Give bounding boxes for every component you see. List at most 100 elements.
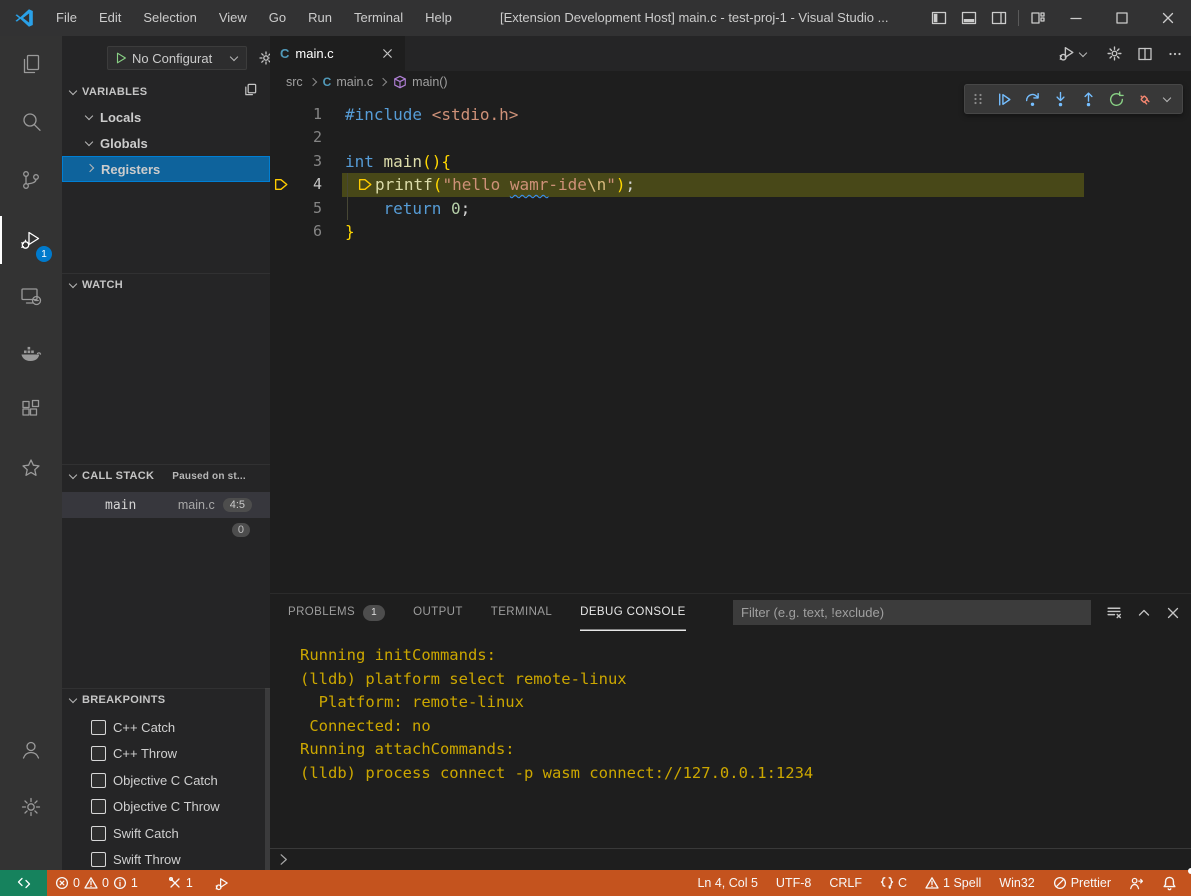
language-mode-status[interactable]: C [871, 870, 916, 896]
breakpoint-row[interactable]: C++ Throw [62, 741, 270, 767]
split-editor-icon[interactable] [1137, 46, 1153, 62]
breadcrumb-file[interactable]: main.c [336, 75, 373, 89]
paused-status-text: Paused on st... [172, 471, 246, 482]
disconnect-icon[interactable] [1136, 91, 1153, 108]
menu-file[interactable]: File [45, 0, 88, 36]
problems-status[interactable]: 0 0 1 [47, 870, 146, 896]
docker-icon[interactable] [0, 329, 62, 377]
platform-status[interactable]: Win32 [990, 870, 1043, 896]
settings-gear-icon[interactable] [0, 783, 62, 831]
close-panel-icon[interactable] [1165, 605, 1181, 621]
variables-scope-globals[interactable]: Globals [62, 130, 270, 156]
copy-icon[interactable] [243, 82, 258, 97]
variables-section-header[interactable]: VARIABLES [62, 80, 270, 103]
glyph-margin[interactable] [270, 150, 292, 173]
more-actions-icon[interactable] [1167, 46, 1183, 62]
tasks-status[interactable]: 1 [160, 870, 201, 896]
restart-icon[interactable] [1108, 91, 1125, 108]
menu-go[interactable]: Go [258, 0, 297, 36]
checkbox-unchecked[interactable] [91, 826, 106, 841]
search-icon[interactable] [0, 98, 62, 146]
console-filter-input[interactable] [733, 600, 1091, 625]
chevron-right-icon [86, 164, 94, 172]
glyph-margin[interactable] [270, 126, 292, 149]
debug-session-status[interactable] [207, 870, 238, 896]
output-label: OUTPUT [413, 594, 463, 631]
console-input-row[interactable] [270, 848, 1191, 870]
remote-indicator[interactable] [0, 870, 47, 896]
maximize-button[interactable] [1099, 0, 1145, 36]
cursor-position-status[interactable]: Ln 4, Col 5 [688, 870, 766, 896]
remote-explorer-icon[interactable] [0, 272, 62, 320]
breakpoints-section-header[interactable]: BREAKPOINTS [62, 688, 270, 711]
toggle-panel-icon[interactable] [954, 0, 984, 36]
checkbox-unchecked[interactable] [91, 773, 106, 788]
variables-scope-locals[interactable]: Locals [62, 104, 270, 130]
breadcrumb-symbol[interactable]: main() [412, 75, 447, 89]
variables-scope-registers[interactable]: Registers [62, 156, 270, 182]
breadcrumb-folder[interactable]: src [286, 75, 303, 89]
callstack-frame-row[interactable]: main main.c 4:5 [62, 492, 270, 518]
notifications-status[interactable] [1153, 870, 1191, 896]
breakpoint-row[interactable]: C++ Catch [62, 714, 270, 740]
glyph-margin[interactable] [270, 103, 292, 126]
checkbox-unchecked[interactable] [91, 799, 106, 814]
toolbar-drag-handle[interactable] [971, 91, 985, 107]
titlebar-separator [1018, 10, 1019, 26]
clear-console-icon[interactable] [1106, 604, 1123, 621]
glyph-margin[interactable] [270, 197, 292, 220]
tab-main-c[interactable]: C main.c [270, 36, 405, 71]
chevron-down-icon[interactable] [1163, 94, 1171, 102]
checkbox-unchecked[interactable] [91, 746, 106, 761]
tab-output[interactable]: OUTPUT [413, 594, 463, 631]
maximize-panel-chevron-up-icon[interactable] [1136, 605, 1152, 621]
toggle-sidebar-icon[interactable] [924, 0, 954, 36]
spell-checker-status[interactable]: 1 Spell [916, 870, 990, 896]
menu-terminal[interactable]: Terminal [343, 0, 414, 36]
step-over-icon[interactable] [1024, 91, 1041, 108]
explorer-icon[interactable] [0, 40, 62, 88]
menu-help[interactable]: Help [414, 0, 463, 36]
formatter-status[interactable]: Prettier [1044, 870, 1120, 896]
menu-view[interactable]: View [208, 0, 258, 36]
feedback-status[interactable] [1120, 870, 1153, 896]
extensions-icon[interactable] [0, 386, 62, 434]
editor-settings-gear-icon[interactable] [1106, 45, 1123, 62]
breakpoint-row[interactable]: Objective C Catch [62, 767, 270, 793]
minimize-button[interactable] [1053, 0, 1099, 36]
step-into-icon[interactable] [1052, 91, 1069, 108]
close-tab-icon[interactable] [380, 46, 395, 61]
menu-selection[interactable]: Selection [132, 0, 207, 36]
menu-run[interactable]: Run [297, 0, 343, 36]
star-icon[interactable] [0, 444, 62, 492]
continue-icon[interactable] [996, 91, 1013, 108]
code-area[interactable]: 1 #include <stdio.h> 2 3 int main(){ 4 p… [270, 93, 1191, 593]
breakpoint-row[interactable]: Objective C Throw [62, 794, 270, 820]
encoding-status[interactable]: UTF-8 [767, 870, 820, 896]
start-debug-icon[interactable] [114, 51, 128, 65]
debug-configuration-dropdown[interactable]: No Configurat [107, 46, 247, 70]
checkbox-unchecked[interactable] [91, 720, 106, 735]
checkbox-unchecked[interactable] [91, 852, 106, 867]
tab-problems[interactable]: PROBLEMS 1 [288, 594, 385, 631]
menu-edit[interactable]: Edit [88, 0, 132, 36]
breakpoint-row[interactable]: Swift Throw [62, 847, 270, 873]
customize-layout-icon[interactable] [1023, 0, 1053, 36]
watch-section-header[interactable]: WATCH [62, 273, 270, 296]
tab-debug-console[interactable]: DEBUG CONSOLE [580, 594, 686, 631]
run-or-debug-button[interactable] [1059, 45, 1092, 62]
run-debug-icon[interactable]: 1 [0, 216, 62, 264]
step-out-icon[interactable] [1080, 91, 1097, 108]
breakpoint-row[interactable]: Swift Catch [62, 820, 270, 846]
callstack-section-header[interactable]: CALL STACK Paused on st... [62, 464, 270, 487]
toggle-secondary-sidebar-icon[interactable] [984, 0, 1014, 36]
source-control-icon[interactable] [0, 156, 62, 204]
glyph-margin[interactable] [270, 220, 292, 243]
menu-bar: File Edit Selection View Go Run Terminal… [45, 0, 463, 36]
close-window-button[interactable] [1145, 0, 1191, 36]
eol-status[interactable]: CRLF [820, 870, 871, 896]
tab-terminal[interactable]: TERMINAL [491, 594, 552, 631]
account-icon[interactable] [0, 726, 62, 774]
formatter-label: Prettier [1071, 876, 1111, 890]
glyph-margin[interactable] [270, 173, 292, 196]
